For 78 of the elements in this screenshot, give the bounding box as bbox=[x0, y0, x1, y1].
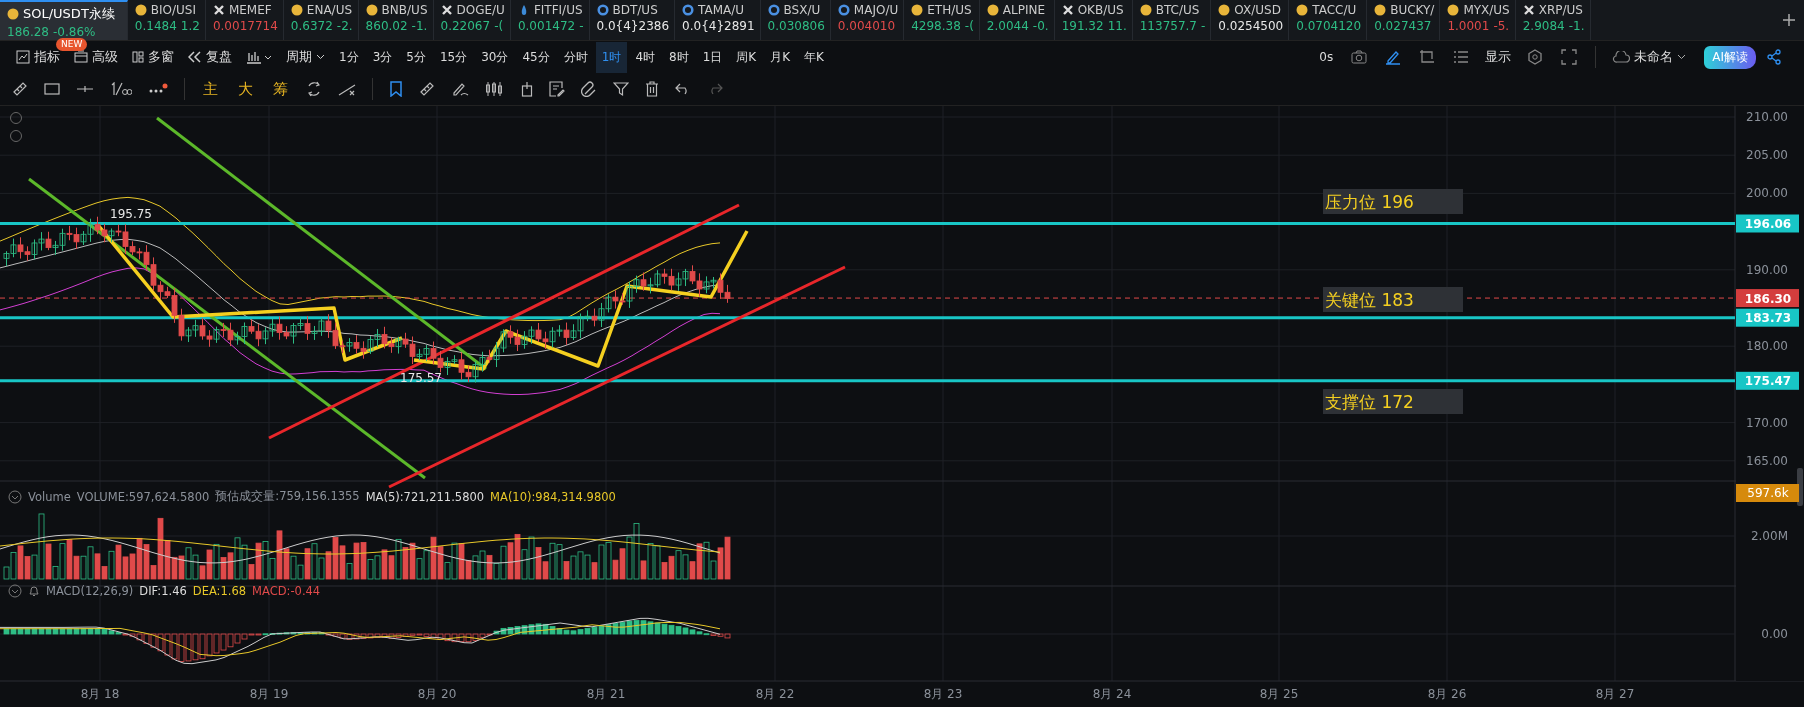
period-tab[interactable]: 年K bbox=[798, 41, 830, 73]
period-tab[interactable]: 周K bbox=[730, 41, 763, 73]
price-marker: 186.30 bbox=[1736, 289, 1799, 308]
date-axis-label: 8月 22 bbox=[755, 687, 795, 701]
level-label[interactable]: 关键位 183 bbox=[1323, 287, 1463, 312]
date-axis-label: 8月 18 bbox=[80, 687, 120, 701]
date-axis-label: 8月 27 bbox=[1595, 687, 1635, 701]
period-tab[interactable]: 45分 bbox=[516, 41, 556, 73]
multi-window-button[interactable]: 多窗 bbox=[126, 44, 180, 70]
price-axis-label: 165.00 bbox=[1746, 453, 1788, 468]
volume-value: VOLUME:597,624.5800 bbox=[76, 489, 210, 504]
macd-legend-title: MACD(12,26,9) bbox=[46, 584, 134, 598]
period-tab[interactable]: 分时 bbox=[557, 41, 594, 73]
price-axis-label: 170.00 bbox=[1746, 415, 1788, 430]
ticker-tab[interactable]: ALPINE 2.0044 -0. bbox=[979, 0, 1055, 40]
ticker-tab[interactable]: SOL/USDT永续 186.28 -0.86% bbox=[0, 0, 128, 40]
ticker-tab[interactable]: BIO/USI 0.1484 1.2 bbox=[127, 0, 206, 40]
period-tab[interactable]: 1日 bbox=[696, 41, 729, 73]
indicator-toggle[interactable]: 主 bbox=[193, 79, 228, 99]
high-price-label: 195.75 bbox=[110, 207, 152, 221]
ticker-tab[interactable]: OX/USD 0.0254500 bbox=[1211, 0, 1290, 40]
date-axis-label: 8月 21 bbox=[586, 687, 626, 701]
date-axis-label: 8月 20 bbox=[417, 687, 457, 701]
ticker-tab[interactable]: XRP/US 2.9084 -1. bbox=[1515, 0, 1591, 40]
volume-ma10: MA(10):984,314.9800 bbox=[490, 489, 616, 504]
ticker-tab[interactable]: ENA/US 0.6372 -2. bbox=[283, 0, 359, 40]
period-tab[interactable]: 1时 bbox=[595, 41, 628, 73]
ticker-tab[interactable]: ETH/US 4298.38 -( bbox=[904, 0, 980, 40]
ticker-tab[interactable]: BSX/U 0.030806 bbox=[760, 0, 831, 40]
volume-legend-title: Volume bbox=[28, 489, 71, 504]
level-label[interactable]: 压力位 196 bbox=[1323, 189, 1463, 214]
display-button[interactable]: 显示 bbox=[1479, 44, 1518, 70]
ticker-tab[interactable]: MEMEF 0.0017714 bbox=[205, 0, 284, 40]
macd-axis-label: 0.00 bbox=[1761, 627, 1788, 641]
period-tab[interactable]: 15分 bbox=[433, 41, 474, 73]
date-axis-label: 8月 25 bbox=[1259, 687, 1299, 701]
volume-ma5: MA(5):721,211.5800 bbox=[365, 489, 485, 504]
ticker-tab[interactable]: MAJO/U 0.004010 bbox=[830, 0, 905, 40]
period-tab[interactable]: 月K bbox=[764, 41, 797, 73]
layout-dropdown[interactable]: 未命名 bbox=[1606, 44, 1693, 70]
dif-value: DIF:1.46 bbox=[139, 584, 187, 598]
ticker-tab[interactable]: DOGE/U 0.22067 -( bbox=[433, 0, 511, 40]
date-axis-label: 8月 24 bbox=[1092, 687, 1132, 701]
ticker-tab[interactable]: OKB/US 191.32 11. bbox=[1054, 0, 1133, 40]
new-badge: NEW bbox=[56, 38, 88, 51]
date-axis-label: 8月 26 bbox=[1427, 687, 1467, 701]
price-axis-label: 190.00 bbox=[1746, 262, 1788, 277]
ticker-tab[interactable]: BTC/US 113757.7 - bbox=[1132, 0, 1212, 40]
period-tab[interactable]: 8时 bbox=[663, 41, 695, 73]
replay-button[interactable]: 复盘 bbox=[182, 44, 238, 70]
macd-value: MACD:-0.44 bbox=[252, 584, 321, 598]
period-tab[interactable]: 5分 bbox=[400, 41, 432, 73]
indicator-toggle[interactable]: 大 bbox=[228, 79, 263, 99]
price-axis-label: 180.00 bbox=[1746, 339, 1788, 354]
period-tab[interactable]: 1分 bbox=[333, 41, 365, 73]
period-tab[interactable]: 3分 bbox=[366, 41, 399, 73]
period-dropdown[interactable]: 周期 bbox=[280, 44, 331, 70]
ticker-tab[interactable]: BDT/US 0.0{4}2386 bbox=[589, 0, 676, 40]
dea-value: DEA:1.68 bbox=[192, 584, 247, 598]
volume-axis-label: 2.00M bbox=[1750, 529, 1788, 543]
ticker-tab[interactable]: BNB/US 860.02 -1. bbox=[358, 0, 434, 40]
level-label[interactable]: 支撑位 172 bbox=[1323, 389, 1463, 414]
date-axis-label: 8月 19 bbox=[249, 687, 289, 701]
period-tab[interactable]: 4时 bbox=[629, 41, 662, 73]
ticker-tab[interactable]: FITFI/US 0.001472 - bbox=[510, 0, 590, 40]
ticker-tab[interactable]: TACC/U 0.0704120 bbox=[1289, 0, 1368, 40]
date-axis-label: 8月 23 bbox=[923, 687, 963, 701]
ticker-tab[interactable]: MYX/US 1.0001 -5. bbox=[1440, 0, 1516, 40]
period-tab[interactable]: 30分 bbox=[475, 41, 515, 73]
ticker-tab[interactable]: BUCKY/ 0.027437 bbox=[1367, 0, 1441, 40]
price-axis-label: 200.00 bbox=[1746, 186, 1788, 201]
price-axis-label: 205.00 bbox=[1746, 148, 1788, 163]
ticker-tab[interactable]: TAMA/U 0.0{4}2891 bbox=[675, 0, 761, 40]
price-axis-label: 210.00 bbox=[1746, 110, 1788, 124]
timer-text: 0s bbox=[1319, 50, 1334, 64]
indicator-toggle[interactable]: 筹 bbox=[263, 79, 298, 99]
volume-marker: 597.6k bbox=[1736, 484, 1799, 502]
volume-estimate: 预估成交量:759,156.1355 bbox=[215, 489, 360, 504]
